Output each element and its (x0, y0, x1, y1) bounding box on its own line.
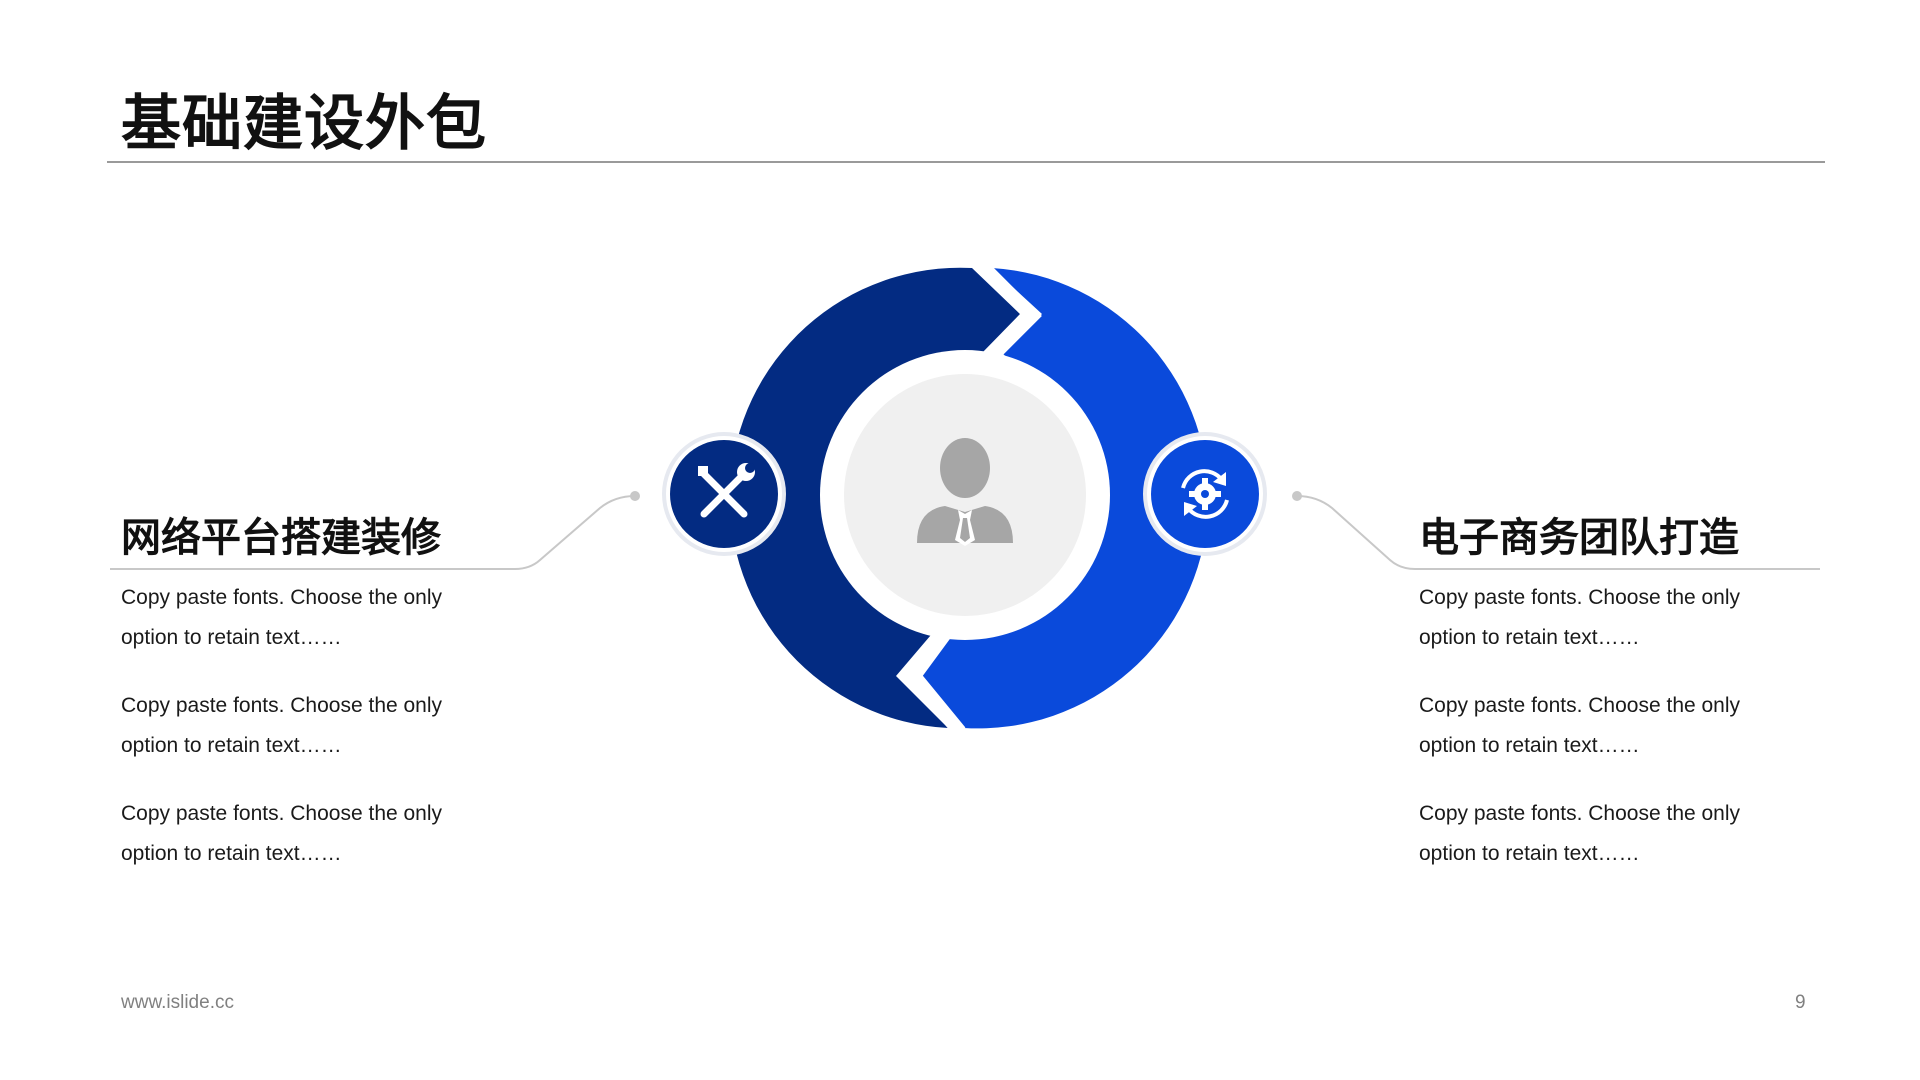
left-paragraph-2: Copy paste fonts. Choose the only option… (121, 694, 443, 757)
right-paragraph-1: Copy paste fonts. Choose the only option… (1419, 586, 1741, 649)
left-paragraph-1: Copy paste fonts. Choose the only option… (121, 586, 443, 649)
right-heading: 电子商务团队打造 (1419, 515, 1739, 561)
left-heading: 网络平台搭建装修 (121, 515, 441, 561)
left-paragraph-3: Copy paste fonts. Choose the only option… (121, 802, 443, 865)
footer-url[interactable]: www.islide.cc (121, 992, 234, 1014)
gear-refresh-icon (1181, 469, 1229, 519)
right-paragraph-3: Copy paste fonts. Choose the only option… (1419, 802, 1741, 865)
page-number: 9 (1795, 992, 1806, 1013)
right-paragraph-2: Copy paste fonts. Choose the only option… (1419, 694, 1741, 757)
connector-dot-right (1292, 491, 1302, 501)
connector-dot-left (630, 491, 640, 501)
